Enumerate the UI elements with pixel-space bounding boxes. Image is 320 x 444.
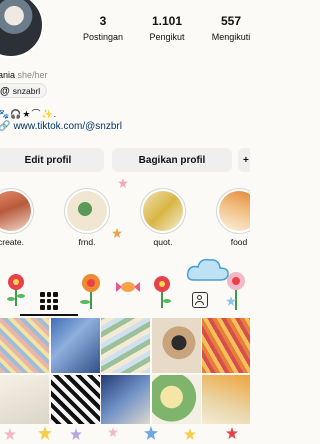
post-thumbnail[interactable] <box>101 318 150 373</box>
star-icon <box>112 228 122 238</box>
stat-followers-label: Pengikut <box>149 32 185 42</box>
highlight-cover <box>143 191 183 231</box>
post-thumbnail[interactable] <box>50 374 100 430</box>
post-thumbnail[interactable] <box>151 374 201 430</box>
highlight-label: food <box>230 237 248 247</box>
grid-icon[interactable] <box>40 292 58 310</box>
posts-grid <box>0 318 250 430</box>
cloud-icon <box>186 258 229 281</box>
stat-following[interactable]: 557 Mengikuti <box>200 14 250 42</box>
threads-handle: snzabrl <box>12 86 41 96</box>
star-icon <box>144 426 158 440</box>
stat-followers-value: 1.101 <box>151 14 183 28</box>
highlight-frnd[interactable]: frnd. <box>58 188 116 247</box>
star-icon <box>4 428 16 440</box>
post-thumbnail[interactable] <box>151 318 201 373</box>
active-tab-indicator <box>20 314 78 316</box>
stat-following-label: Mengikuti <box>211 32 250 42</box>
star-icon <box>184 428 196 440</box>
stat-following-value: 557 <box>220 14 242 28</box>
post-thumbnail[interactable] <box>0 318 49 373</box>
profile-name-line: ania she/her <box>0 70 48 80</box>
highlight-cover <box>67 191 107 231</box>
post-thumbnail[interactable] <box>50 318 100 373</box>
highlight-food[interactable]: food <box>210 188 250 247</box>
highlight-cover <box>0 191 31 231</box>
star-icon <box>226 427 238 439</box>
post-thumbnail[interactable] <box>0 374 49 430</box>
star-icon <box>118 178 128 188</box>
highlight-ring <box>216 188 250 234</box>
star-icon <box>70 428 82 440</box>
share-profile-button[interactable]: Bagikan profil <box>112 148 232 172</box>
add-person-button[interactable]: + <box>238 148 250 172</box>
star-icon <box>108 427 118 437</box>
highlight-ring <box>140 188 186 234</box>
highlight-create[interactable]: create. <box>0 188 40 247</box>
threads-icon: @ <box>0 85 10 97</box>
flower-icon <box>80 274 100 309</box>
highlight-label: frnd. <box>78 237 96 247</box>
post-thumbnail[interactable] <box>101 374 150 430</box>
bottom-decoration <box>0 424 250 444</box>
threads-badge[interactable]: @ snzabrl <box>0 83 48 98</box>
tagged-icon[interactable] <box>192 292 208 308</box>
edit-profile-button[interactable]: Edit profil <box>0 148 104 172</box>
profile-avatar[interactable] <box>0 0 44 58</box>
highlight-ring <box>0 188 34 234</box>
link-icon: 🔗 <box>0 121 11 132</box>
post-thumbnail[interactable] <box>202 374 250 430</box>
highlight-label: create. <box>0 237 24 247</box>
profile-name: ania <box>0 70 16 80</box>
highlight-quot[interactable]: quot. <box>134 188 192 247</box>
stat-posts[interactable]: 3 Postingan <box>72 14 134 42</box>
highlight-label: quot. <box>153 237 173 247</box>
star-icon <box>226 296 236 306</box>
bio-link-text: www.tiktok.com/@snzbrl <box>13 121 122 132</box>
stat-posts-value: 3 <box>99 14 107 28</box>
bio-link[interactable]: 🔗 www.tiktok.com/@snzbrl <box>0 121 122 132</box>
highlight-ring <box>64 188 110 234</box>
post-thumbnail[interactable] <box>202 318 250 373</box>
flower-icon <box>154 276 171 308</box>
candy-icon <box>116 282 140 292</box>
highlight-cover <box>219 191 250 231</box>
profile-pronouns: she/her <box>17 70 48 80</box>
star-icon <box>38 426 52 440</box>
profile-stats: 3 Postingan 1.101 Pengikut 557 Mengikuti <box>72 14 250 42</box>
stat-posts-label: Postingan <box>82 32 124 42</box>
bio-emojis: 🐾🎧★⌒✨. <box>0 109 58 119</box>
profile-screen: 3 Postingan 1.101 Pengikut 557 Mengikuti… <box>0 0 250 444</box>
flower-icon <box>7 274 25 306</box>
stat-followers[interactable]: 1.101 Pengikut <box>136 14 198 42</box>
